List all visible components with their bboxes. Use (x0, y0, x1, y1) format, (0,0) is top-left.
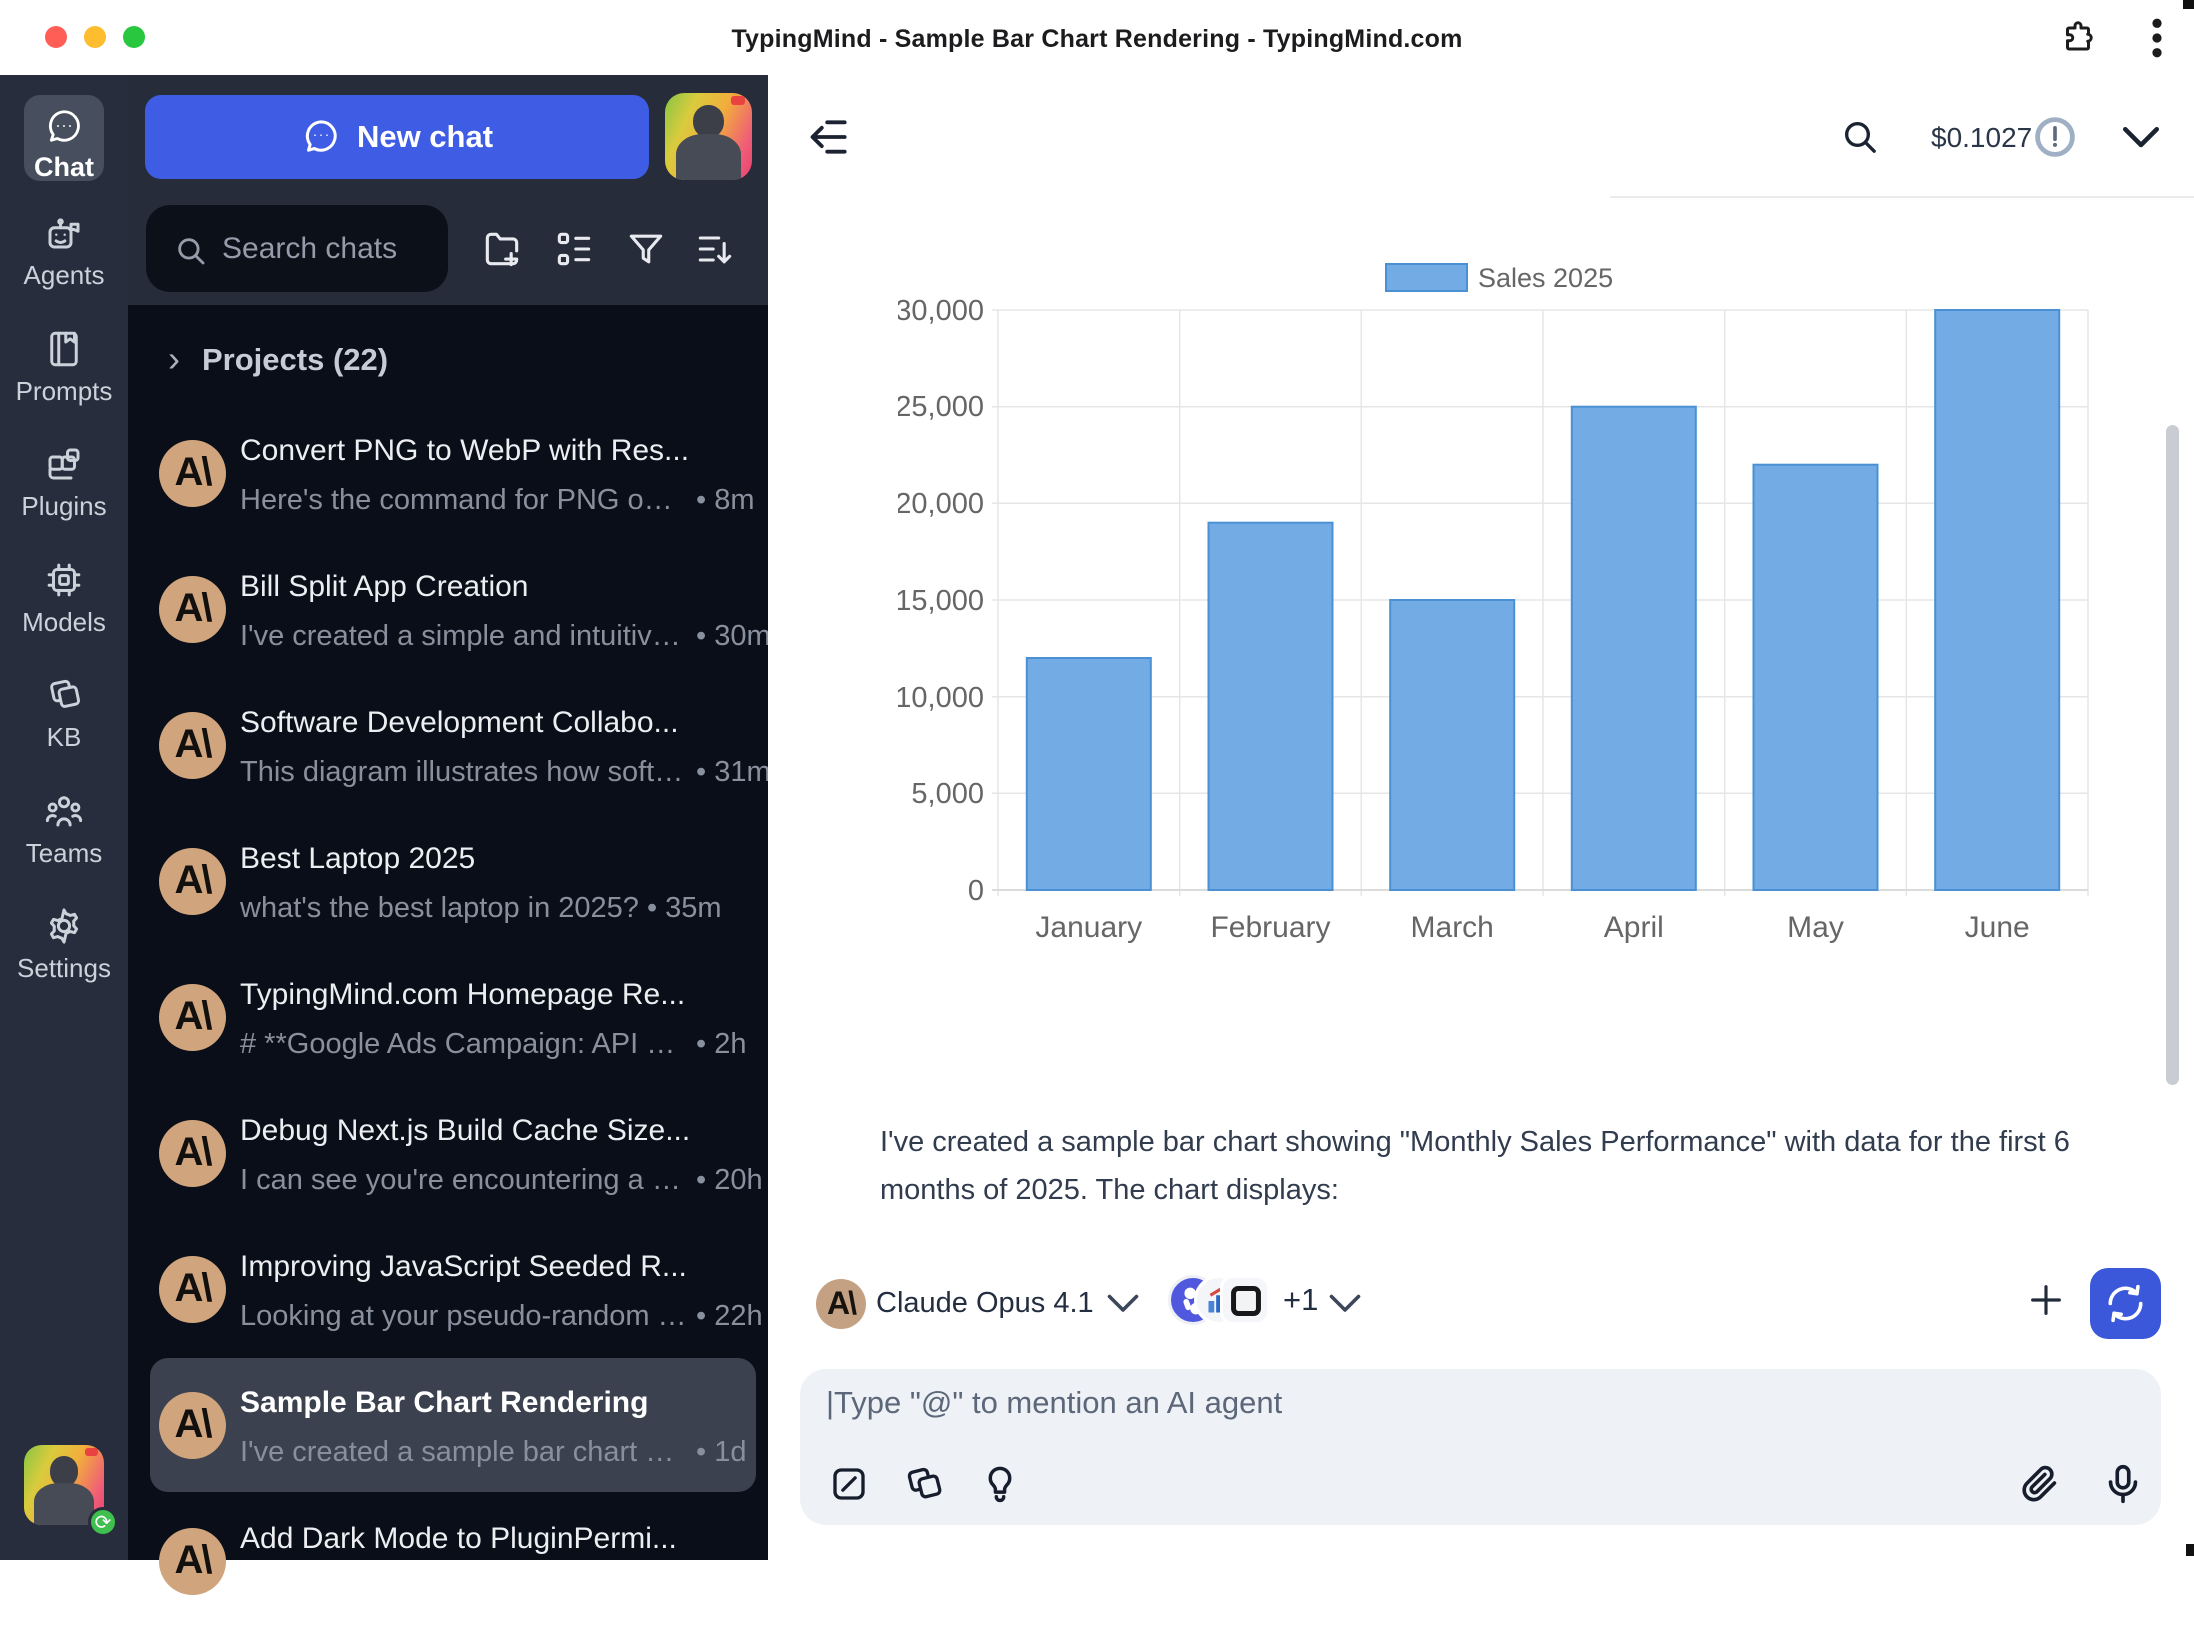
svg-text:Sales 2025: Sales 2025 (1478, 263, 1613, 293)
svg-text:January: January (1035, 911, 1142, 944)
svg-text:5,000: 5,000 (911, 778, 984, 810)
svg-text:0: 0 (968, 875, 984, 907)
svg-text:May: May (1787, 911, 1844, 944)
svg-text:February: February (1210, 911, 1330, 944)
svg-text:10,000: 10,000 (898, 682, 984, 714)
svg-text:June: June (1965, 911, 2030, 944)
svg-text:April: April (1604, 911, 1664, 944)
svg-text:30,000: 30,000 (898, 295, 984, 327)
svg-text:20,000: 20,000 (898, 488, 984, 520)
svg-text:March: March (1411, 911, 1494, 944)
svg-text:25,000: 25,000 (898, 391, 984, 423)
svg-text:15,000: 15,000 (898, 585, 984, 617)
